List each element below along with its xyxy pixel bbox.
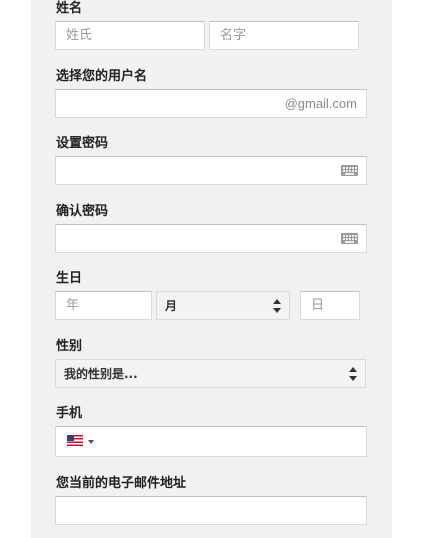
gmail-suffix: @gmail.com xyxy=(284,96,357,111)
chevron-down-icon[interactable] xyxy=(88,440,94,444)
birth-month-select[interactable]: 月 xyxy=(156,291,290,320)
gender-label: 性别 xyxy=(56,339,83,354)
first-name-input[interactable]: 名字 xyxy=(209,21,359,50)
keyboard-icon[interactable] xyxy=(341,233,358,244)
gender-value: 我的性别是... xyxy=(64,367,138,381)
gender-select[interactable]: 我的性别是... xyxy=(55,359,366,388)
current-email-label: 您当前的电子邮件地址 xyxy=(56,476,187,491)
us-flag-icon[interactable] xyxy=(67,435,83,446)
password-input[interactable] xyxy=(55,156,367,185)
birthday-label: 生日 xyxy=(56,271,83,286)
birth-year-input[interactable]: 年 xyxy=(55,291,152,320)
phone-label: 手机 xyxy=(56,406,83,421)
last-name-input[interactable]: 姓氏 xyxy=(55,21,205,50)
phone-input[interactable] xyxy=(55,426,367,457)
current-email-input[interactable] xyxy=(55,496,367,525)
first-name-placeholder: 名字 xyxy=(220,28,247,43)
last-name-placeholder: 姓氏 xyxy=(66,28,93,43)
keyboard-icon[interactable] xyxy=(341,165,358,176)
birth-day-input[interactable]: 日 xyxy=(300,291,360,320)
name-label: 姓名 xyxy=(56,1,83,16)
birth-day-placeholder: 日 xyxy=(311,298,325,313)
select-arrows-icon xyxy=(349,367,357,381)
confirm-password-input[interactable] xyxy=(55,224,367,253)
confirm-password-label: 确认密码 xyxy=(56,204,109,219)
birth-year-placeholder: 年 xyxy=(66,298,80,313)
password-label: 设置密码 xyxy=(56,136,109,151)
birth-month-value: 月 xyxy=(165,299,178,313)
select-arrows-icon xyxy=(273,299,281,313)
username-label: 选择您的用户名 xyxy=(56,69,148,84)
username-input[interactable]: @gmail.com xyxy=(55,89,367,118)
